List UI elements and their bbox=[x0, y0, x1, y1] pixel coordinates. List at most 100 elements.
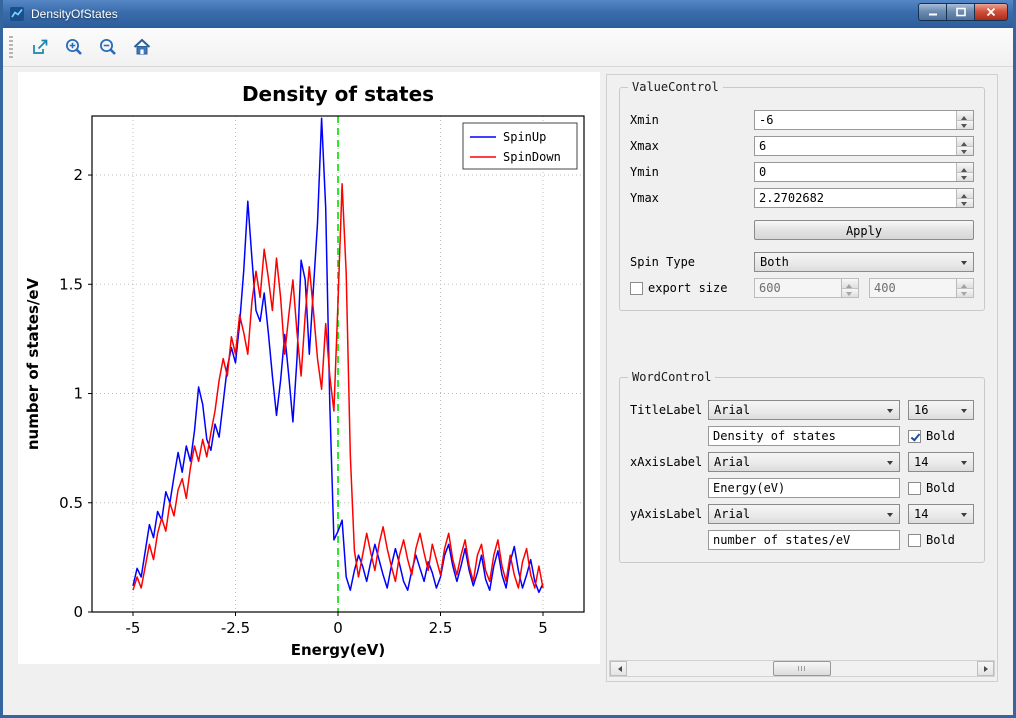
svg-text:2: 2 bbox=[73, 166, 83, 184]
scrollbar-thumb[interactable] bbox=[773, 661, 831, 676]
svg-text:SpinUp: SpinUp bbox=[503, 130, 546, 144]
spin-up-button[interactable] bbox=[957, 163, 973, 173]
xmax-input[interactable] bbox=[755, 137, 973, 155]
toolbar bbox=[3, 28, 1013, 67]
title-bold-cell: Bold bbox=[908, 429, 974, 443]
spin-up-button[interactable] bbox=[957, 279, 973, 289]
spin-down-button[interactable] bbox=[957, 173, 973, 182]
spin-down-button[interactable] bbox=[842, 289, 858, 298]
apply-button[interactable]: Apply bbox=[754, 220, 974, 240]
scrollbar-track[interactable] bbox=[627, 661, 977, 676]
xaxis-size-combobox[interactable]: 14 bbox=[908, 452, 974, 472]
svg-text:-5: -5 bbox=[126, 619, 141, 637]
zoom-out-button[interactable] bbox=[94, 33, 122, 61]
xaxis-label-row: xAxisLabel Arial 14 bbox=[630, 452, 974, 472]
title-label: TitleLabel bbox=[630, 403, 708, 417]
word-control-title: WordControl bbox=[628, 370, 715, 384]
scroll-right-button[interactable] bbox=[977, 661, 994, 676]
toolbar-drag-handle[interactable] bbox=[9, 36, 13, 58]
zoom-in-button[interactable] bbox=[60, 33, 88, 61]
value-control-group: ValueControl Xmin Xmax Ymi bbox=[619, 87, 985, 311]
yaxis-font-combobox[interactable]: Arial bbox=[708, 504, 900, 524]
svg-text:1.5: 1.5 bbox=[59, 275, 83, 293]
spin-down-button[interactable] bbox=[957, 289, 973, 298]
yaxis-size-combobox[interactable]: 14 bbox=[908, 504, 974, 524]
svg-text:0.5: 0.5 bbox=[59, 494, 83, 512]
yaxis-text-input[interactable] bbox=[708, 530, 900, 550]
maximize-icon bbox=[955, 6, 967, 18]
export-width-spin-buttons bbox=[841, 279, 858, 297]
zoom-out-icon bbox=[98, 37, 118, 57]
minimize-icon bbox=[927, 6, 939, 18]
title-bold-checkbox[interactable] bbox=[908, 430, 921, 443]
xmin-spinbox bbox=[754, 110, 974, 130]
ymin-row: Ymin bbox=[630, 162, 974, 182]
export-button[interactable] bbox=[26, 33, 54, 61]
title-font-combobox[interactable]: Arial bbox=[708, 400, 900, 420]
spin-up-button[interactable] bbox=[842, 279, 858, 289]
spin-type-value: Both bbox=[760, 255, 789, 269]
svg-text:-2.5: -2.5 bbox=[221, 619, 250, 637]
control-panel: ValueControl Xmin Xmax Ymi bbox=[606, 74, 998, 682]
xaxis-font-combobox[interactable]: Arial bbox=[708, 452, 900, 472]
spin-up-button[interactable] bbox=[957, 189, 973, 199]
spin-down-button[interactable] bbox=[957, 121, 973, 130]
close-button[interactable] bbox=[974, 3, 1008, 21]
xmin-row: Xmin bbox=[630, 110, 974, 130]
yaxis-label: yAxisLabel bbox=[630, 507, 708, 521]
value-control-title: ValueControl bbox=[628, 80, 723, 94]
scroll-left-button[interactable] bbox=[610, 661, 627, 676]
title-label-row: TitleLabel Arial 16 bbox=[630, 400, 974, 420]
xmin-input[interactable] bbox=[755, 111, 973, 129]
home-button[interactable] bbox=[128, 33, 156, 61]
close-icon bbox=[985, 6, 997, 18]
yaxis-bold-checkbox[interactable] bbox=[908, 534, 921, 547]
xmin-spin-buttons bbox=[956, 111, 973, 129]
title-size-value: 16 bbox=[914, 403, 928, 417]
xaxis-bold-label: Bold bbox=[926, 481, 955, 495]
maximize-button[interactable] bbox=[946, 3, 975, 21]
spin-down-button[interactable] bbox=[957, 199, 973, 208]
export-size-checkbox[interactable] bbox=[630, 282, 643, 295]
svg-text:number of states/eV: number of states/eV bbox=[24, 277, 42, 450]
window-controls bbox=[919, 3, 1008, 21]
export-size-cell: export size bbox=[630, 281, 754, 295]
xaxis-font-value: Arial bbox=[714, 455, 750, 469]
export-height-spinbox bbox=[869, 278, 974, 298]
export-height-spin-buttons bbox=[956, 279, 973, 297]
spin-type-combobox[interactable]: Both bbox=[754, 252, 974, 272]
xaxis-size-value: 14 bbox=[914, 455, 928, 469]
svg-text:Density of states: Density of states bbox=[242, 82, 434, 106]
title-bar[interactable]: DensityOfStates bbox=[3, 0, 1013, 28]
xaxis-bold-cell: Bold bbox=[908, 481, 974, 495]
yaxis-size-value: 14 bbox=[914, 507, 928, 521]
svg-text:0: 0 bbox=[333, 619, 343, 637]
spin-up-button[interactable] bbox=[957, 137, 973, 147]
dos-chart: -5-2.502.5500.511.52Density of statesEne… bbox=[18, 72, 600, 664]
xaxis-text-input[interactable] bbox=[708, 478, 900, 498]
apply-row: Apply bbox=[630, 220, 974, 240]
svg-text:1: 1 bbox=[73, 385, 83, 403]
zoom-in-icon bbox=[64, 37, 84, 57]
svg-text:Energy(eV): Energy(eV) bbox=[291, 641, 386, 659]
xmax-label: Xmax bbox=[630, 139, 754, 153]
horizontal-scrollbar bbox=[609, 660, 995, 677]
ymin-input[interactable] bbox=[755, 163, 973, 181]
xaxis-bold-checkbox[interactable] bbox=[908, 482, 921, 495]
export-width-spinbox bbox=[754, 278, 859, 298]
title-text-input[interactable] bbox=[708, 426, 900, 446]
xaxis-label: xAxisLabel bbox=[630, 455, 708, 469]
ymax-input[interactable] bbox=[755, 189, 973, 207]
svg-text:0: 0 bbox=[73, 603, 83, 621]
title-size-combobox[interactable]: 16 bbox=[908, 400, 974, 420]
title-text-row: Bold bbox=[630, 426, 974, 446]
client-area: -5-2.502.5500.511.52Density of statesEne… bbox=[3, 28, 1013, 715]
yaxis-label-row: yAxisLabel Arial 14 bbox=[630, 504, 974, 524]
minimize-button[interactable] bbox=[918, 3, 947, 21]
ymax-spinbox bbox=[754, 188, 974, 208]
xmin-label: Xmin bbox=[630, 113, 754, 127]
yaxis-font-value: Arial bbox=[714, 507, 750, 521]
spin-up-button[interactable] bbox=[957, 111, 973, 121]
spin-down-button[interactable] bbox=[957, 147, 973, 156]
ymin-spinbox bbox=[754, 162, 974, 182]
